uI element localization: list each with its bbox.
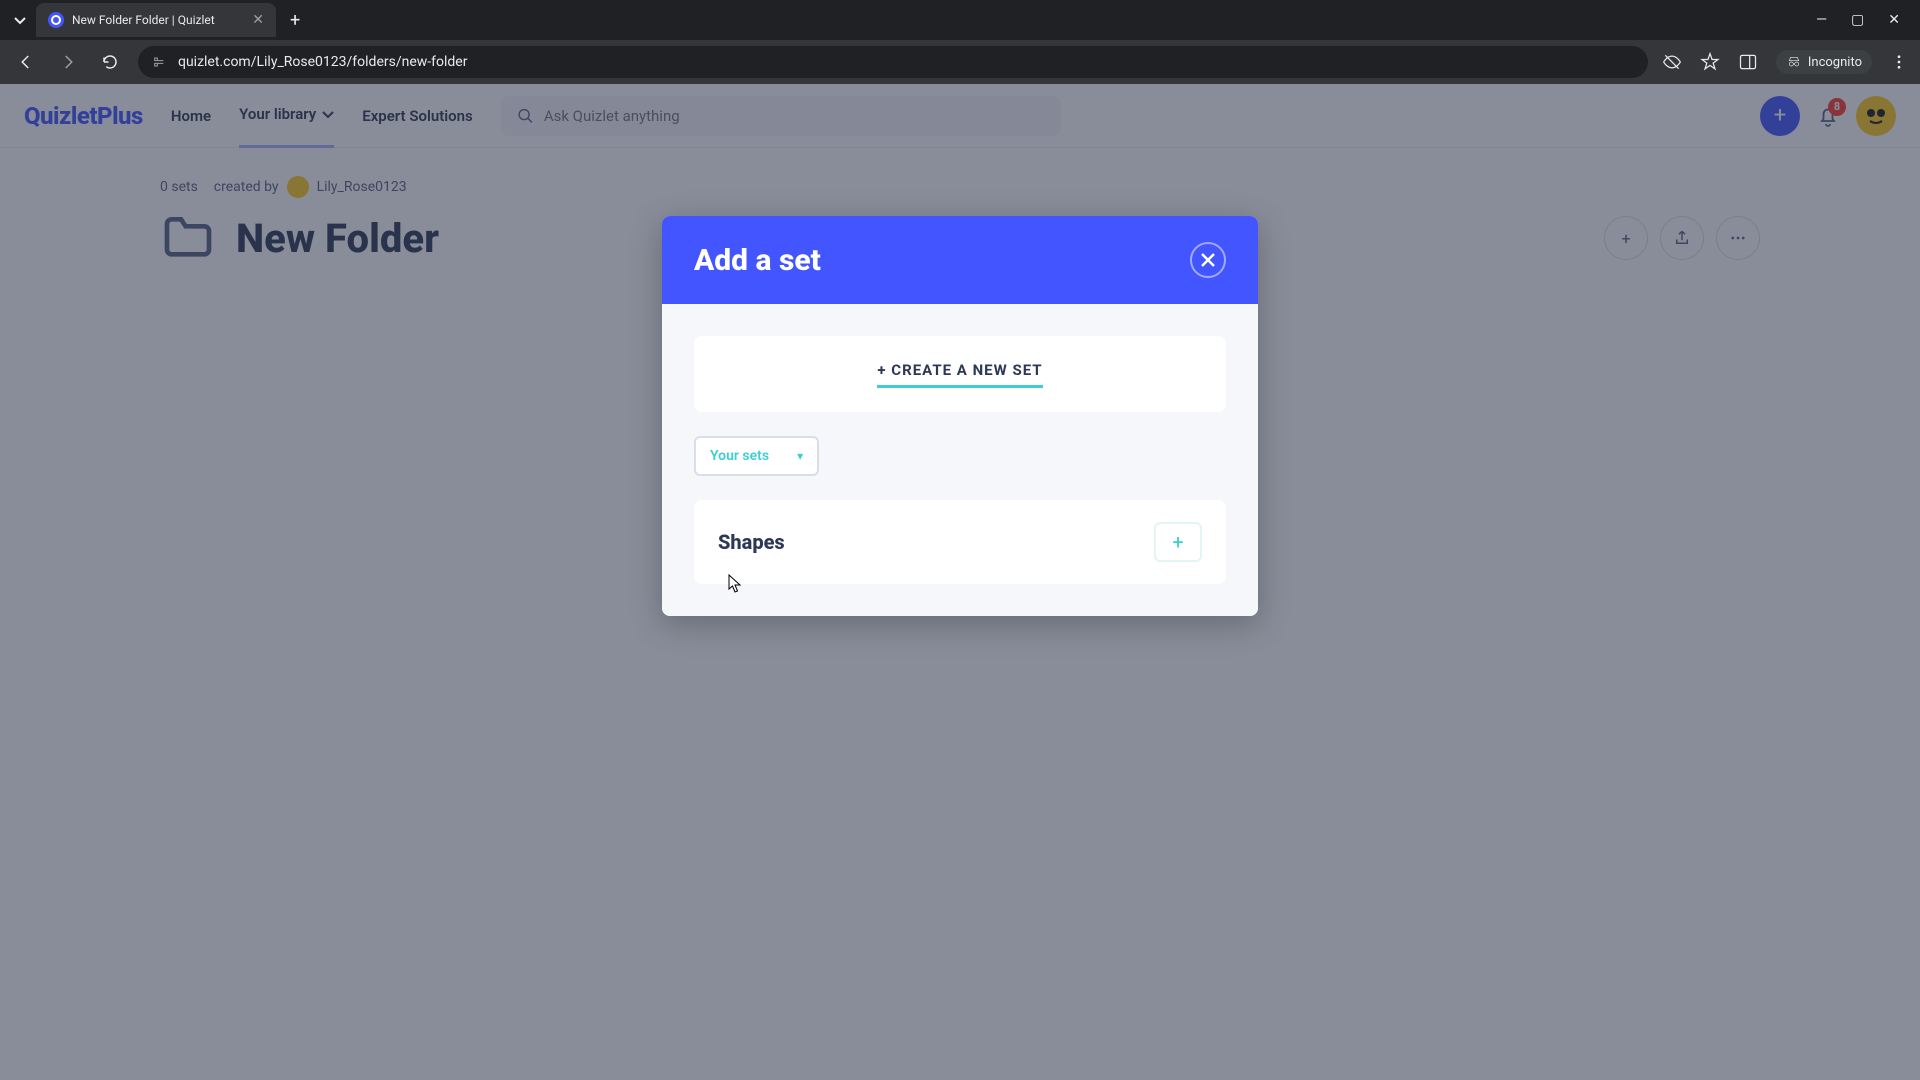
- browser-chrome: New Folder Folder | Quizlet ✕ + — ▢ ✕ qu…: [0, 0, 1920, 84]
- url-text: quizlet.com/Lily_Rose0123/folders/new-fo…: [178, 54, 1634, 70]
- bookmark-star-icon[interactable]: [1700, 52, 1720, 72]
- reload-icon: [101, 53, 119, 71]
- toolbar-right: Incognito: [1662, 50, 1908, 74]
- page-content: QuizletPlus Home Your library Expert Sol…: [0, 84, 1920, 1080]
- arrow-right-icon: [59, 53, 77, 71]
- window-controls: — ▢ ✕: [1816, 12, 1912, 28]
- chevron-down-icon: ▾: [797, 449, 803, 463]
- close-icon: [1200, 252, 1216, 268]
- tab-bar: New Folder Folder | Quizlet ✕ + — ▢ ✕: [0, 0, 1920, 40]
- eye-off-icon[interactable]: [1662, 52, 1682, 72]
- tab-close-button[interactable]: ✕: [252, 12, 264, 28]
- dropdown-label: Your sets: [710, 448, 769, 464]
- close-window-button[interactable]: ✕: [1888, 12, 1900, 28]
- incognito-chip[interactable]: Incognito: [1776, 50, 1872, 74]
- tab-title: New Folder Folder | Quizlet: [72, 13, 244, 27]
- address-input[interactable]: quizlet.com/Lily_Rose0123/folders/new-fo…: [138, 46, 1648, 78]
- modal-header: Add a set: [662, 216, 1258, 304]
- quizlet-favicon: [48, 12, 64, 28]
- set-name: Shapes: [718, 530, 785, 554]
- side-panel-icon[interactable]: [1738, 52, 1758, 72]
- set-row: Shapes +: [694, 500, 1226, 584]
- modal-close-button[interactable]: [1190, 242, 1226, 278]
- minimize-button[interactable]: —: [1816, 12, 1827, 28]
- modal-body: + CREATE A NEW SET Your sets ▾ Shapes +: [662, 304, 1258, 616]
- incognito-icon: [1786, 54, 1802, 70]
- modal-title: Add a set: [694, 243, 821, 278]
- browser-tab[interactable]: New Folder Folder | Quizlet ✕: [36, 3, 276, 37]
- add-set-modal: Add a set + CREATE A NEW SET Your sets ▾…: [662, 216, 1258, 616]
- incognito-label: Incognito: [1808, 55, 1862, 70]
- create-new-set-card: + CREATE A NEW SET: [694, 336, 1226, 412]
- tabs-dropdown-button[interactable]: [8, 8, 32, 32]
- forward-button[interactable]: [54, 48, 82, 76]
- create-new-set-link[interactable]: + CREATE A NEW SET: [877, 361, 1042, 388]
- maximize-button[interactable]: ▢: [1851, 12, 1864, 28]
- browser-menu-icon[interactable]: [1890, 53, 1908, 71]
- back-button[interactable]: [12, 48, 40, 76]
- chevron-down-icon: [14, 14, 26, 26]
- reload-button[interactable]: [96, 48, 124, 76]
- add-set-to-folder-button[interactable]: +: [1154, 522, 1202, 562]
- sets-filter-dropdown[interactable]: Your sets ▾: [694, 436, 819, 476]
- new-tab-button[interactable]: +: [280, 10, 310, 31]
- site-settings-icon[interactable]: [152, 54, 168, 70]
- arrow-left-icon: [17, 53, 35, 71]
- address-bar: quizlet.com/Lily_Rose0123/folders/new-fo…: [0, 40, 1920, 84]
